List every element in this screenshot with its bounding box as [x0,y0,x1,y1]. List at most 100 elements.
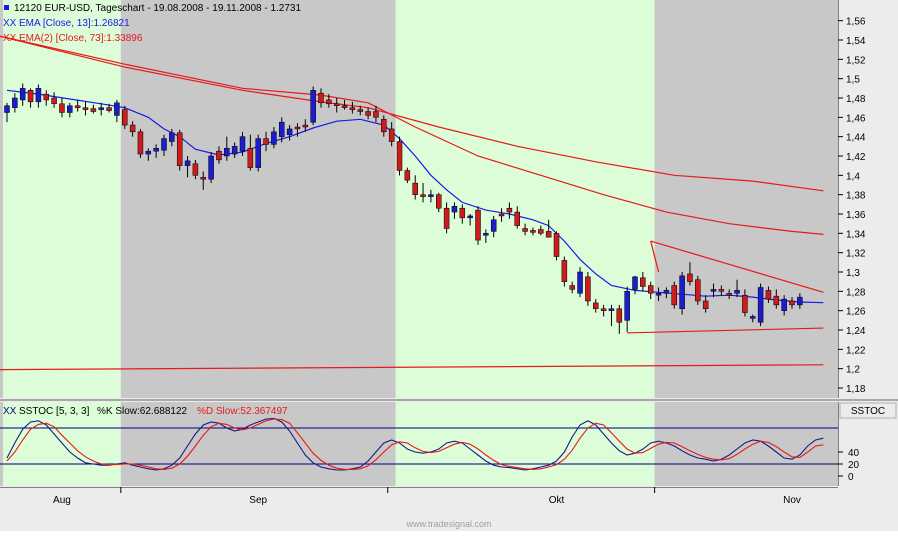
candle-body-down [349,107,356,110]
candle-body-down [561,260,568,282]
price-tick-label: 1,5 [846,75,860,86]
candle-body-down [192,163,199,176]
price-tick-label: 1,48 [846,94,866,105]
stochastic-name: SSTOC [5, 3, 3] [19,406,90,417]
green-month-band [395,0,655,398]
candle-body-down [200,177,206,180]
candle[interactable] [310,86,316,126]
candle-body-up [624,291,630,321]
candle-body-down [616,308,623,323]
candle-body-up [19,88,26,101]
candle-body-down [436,194,442,209]
candle-body-down [216,150,222,161]
candle-body-down [263,138,269,145]
price-tick-label: 1,28 [846,287,866,298]
candle[interactable] [757,283,764,327]
candle-body-down [365,111,371,116]
price-tick-label: 1,44 [846,133,866,144]
candle[interactable] [208,152,214,184]
candle-body-down [247,148,254,168]
candle[interactable] [553,231,560,261]
candle-body-down [506,207,513,213]
candle-body-down [687,273,693,282]
tradesignal-chart[interactable]: SSTOC 12120 EUR-USD, Tageschart - 19.08.… [0,0,898,531]
symbol-square-icon [4,5,9,10]
candle[interactable] [585,272,591,306]
candle-body-up [663,290,670,294]
price-tick-label: 1,34 [846,229,866,240]
candle-body-down [640,277,646,287]
green-month-band [395,402,655,486]
candle-body-up [428,194,434,197]
candle-body-up [483,233,489,236]
candle-body-down [498,213,505,217]
candle-body-down [302,124,309,128]
candle[interactable] [396,136,403,176]
candle-body-down [443,207,450,229]
candle-body-down [74,105,81,108]
price-tick-label: 1,46 [846,113,866,124]
ema13-legend: EMA [Close, 13]:1.26821 [19,18,130,29]
candle-body-down [475,209,481,241]
candle[interactable] [137,128,144,158]
candle-body-up [734,290,740,294]
candle-body-down [59,103,65,113]
candle-body-up [145,150,152,155]
price-tick-label: 1,2 [846,365,860,376]
candle-body-down [420,194,426,197]
candle-body-down [600,308,607,311]
candle-body-up [490,219,497,232]
candle-body-down [396,141,403,171]
candle-body-down [702,300,709,309]
candle-body-down [514,211,520,226]
candle[interactable] [671,281,677,309]
candle-body-down [27,90,34,103]
candle-body-up [67,105,73,113]
candle-body-up [797,296,803,306]
candle-body-up [750,316,756,319]
price-tick-label: 1,3 [846,268,860,279]
price-tick-label: 1,26 [846,307,866,318]
price-panel[interactable] [0,0,838,398]
candle-body-down [765,290,772,300]
candle-body-up [239,136,246,152]
candle-body-down [404,170,411,181]
candle-body-up [467,215,473,219]
candle-body-down [318,92,324,104]
candle[interactable] [255,134,261,172]
candle-body-down [553,233,560,257]
stochastic-marker: XX [3,406,17,417]
candle-body-down [129,124,136,133]
candle-body-down [671,285,677,306]
price-tick-label: 1,18 [846,384,866,395]
candle-body-down [569,285,575,290]
candle[interactable] [679,272,685,315]
candle[interactable] [475,206,481,245]
candle-body-up [679,275,685,309]
candle-body-down [773,295,780,306]
candle-body-down [695,279,701,302]
candle-body-up [4,105,10,113]
symbol-title: 12120 EUR-USD, Tageschart - 19.08.2008 -… [14,3,301,14]
price-tick-label: 1,56 [846,17,866,28]
candle-body-up [184,160,191,166]
candle[interactable] [176,129,183,171]
candle-body-up [224,148,230,157]
candle-body-down [522,228,528,232]
candle-body-down [412,182,418,195]
candle-body-down [341,105,348,108]
stochastic-legend: XX SSTOC [5, 3, 3] %K Slow:62.688122 %D … [3,406,288,417]
price-tick-label: 1,54 [846,36,866,47]
ema73-legend: EMA(2) [Close, 73]:1.33896 [19,33,143,44]
candle-body-up [208,155,214,180]
candle-body-up [632,276,638,290]
candle-body-down [333,103,340,106]
stochastic-tick-label: 0 [848,472,854,483]
stochastic-axis[interactable]: SSTOC [838,402,898,486]
candle[interactable] [695,275,701,305]
candle-body-down [647,285,654,294]
price-tick-label: 1,22 [846,345,866,356]
month-label: Sep [249,495,267,506]
candle-body-down [326,99,332,105]
candle-body-up [286,128,293,135]
